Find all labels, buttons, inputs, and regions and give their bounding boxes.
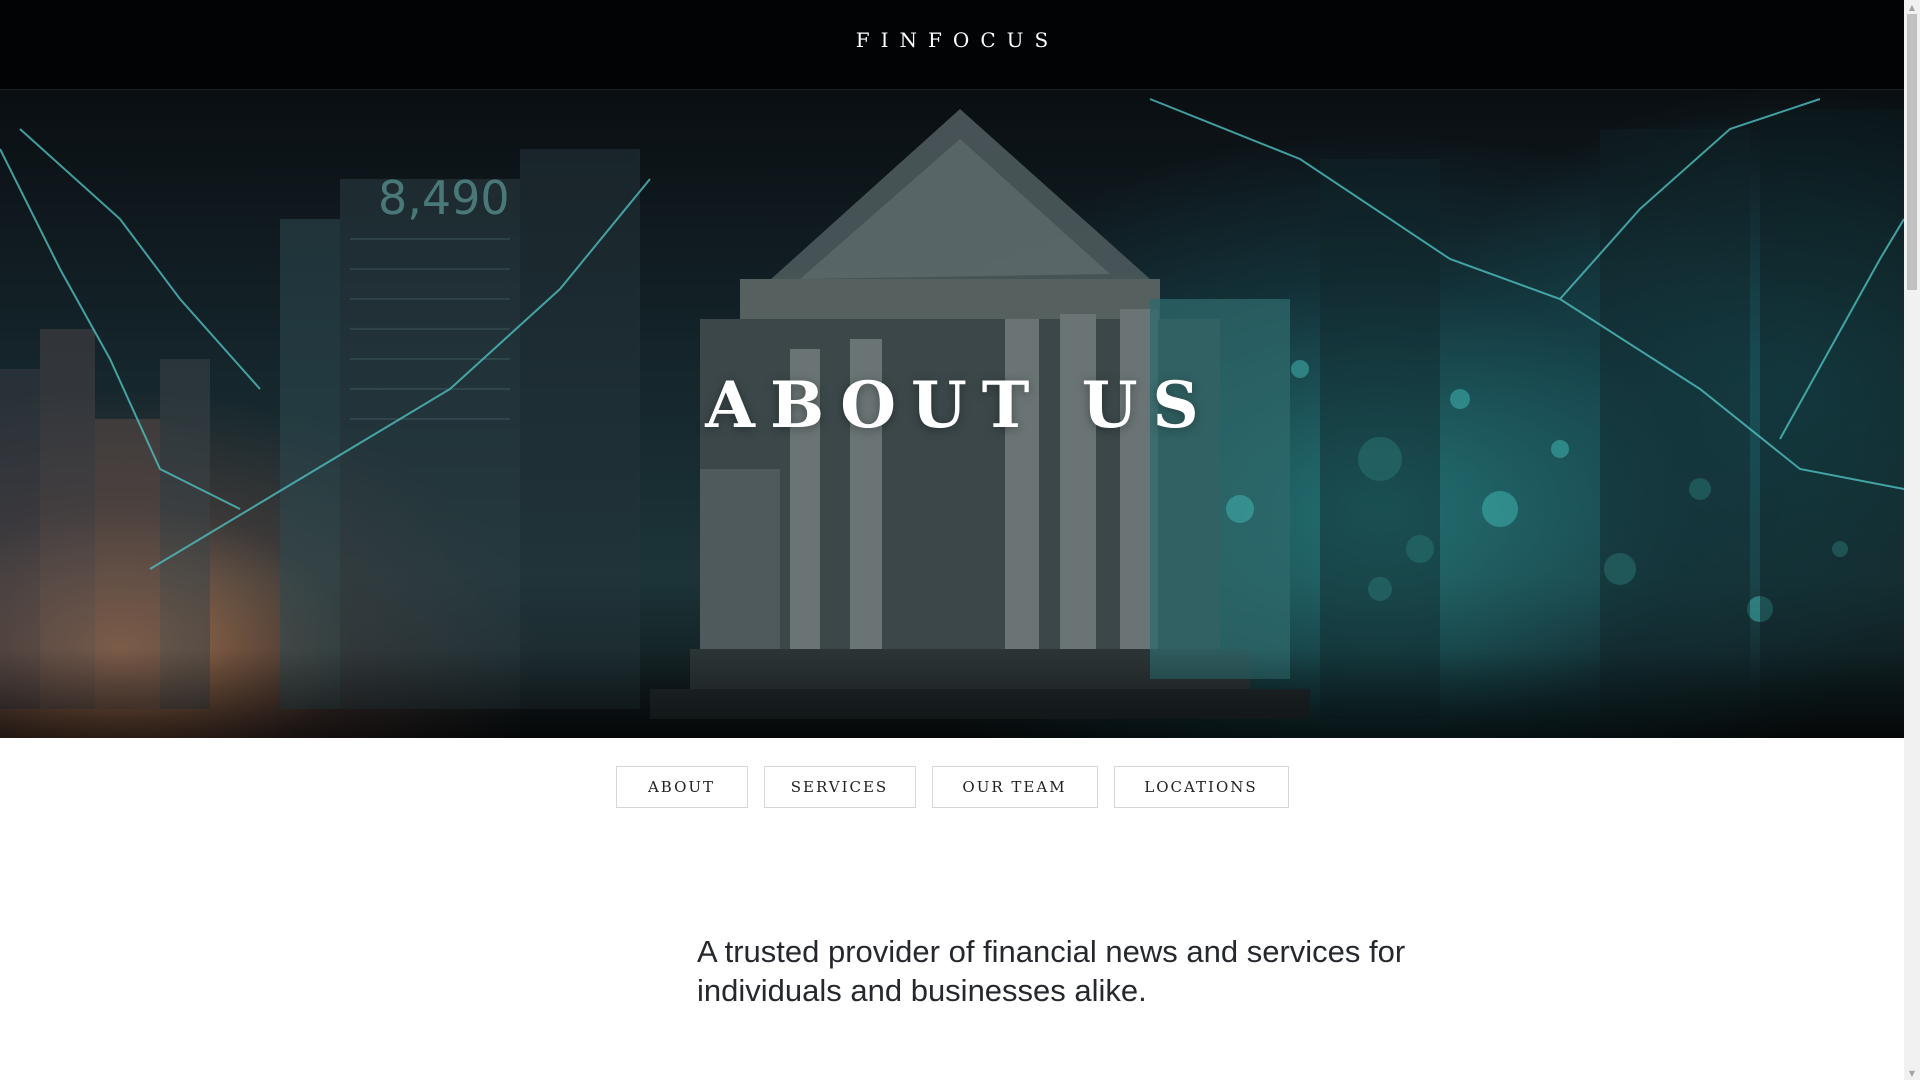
page: FINFOCUS 8,490 ABOUT US ABOUT SERVICES O… [0, 0, 1920, 1080]
vertical-scrollbar[interactable]: ▲ ▼ [1904, 0, 1920, 1080]
site-logo[interactable]: FINFOCUS [845, 28, 1059, 52]
scroll-up-arrow-icon[interactable]: ▲ [1904, 0, 1920, 14]
nav-button-locations[interactable]: LOCATIONS [1113, 766, 1289, 808]
scrollbar-thumb[interactable] [1907, 14, 1917, 290]
page-title: ABOUT US [705, 368, 1214, 443]
intro-text: A trusted provider of financial news and… [697, 934, 1406, 1008]
browser-viewport: FINFOCUS 8,490 ABOUT US ABOUT SERVICES O… [0, 0, 1904, 1080]
nav-button-our-team[interactable]: OUR TEAM [931, 766, 1098, 808]
scroll-down-arrow-icon[interactable]: ▼ [1904, 1066, 1920, 1080]
site-header: FINFOCUS [0, 0, 1904, 90]
section-nav: ABOUT SERVICES OUR TEAM LOCATIONS [0, 766, 1904, 808]
nav-button-services[interactable]: SERVICES [763, 766, 916, 808]
nav-button-about[interactable]: ABOUT [615, 766, 748, 808]
hero-banner: 8,490 ABOUT US [0, 89, 1904, 738]
